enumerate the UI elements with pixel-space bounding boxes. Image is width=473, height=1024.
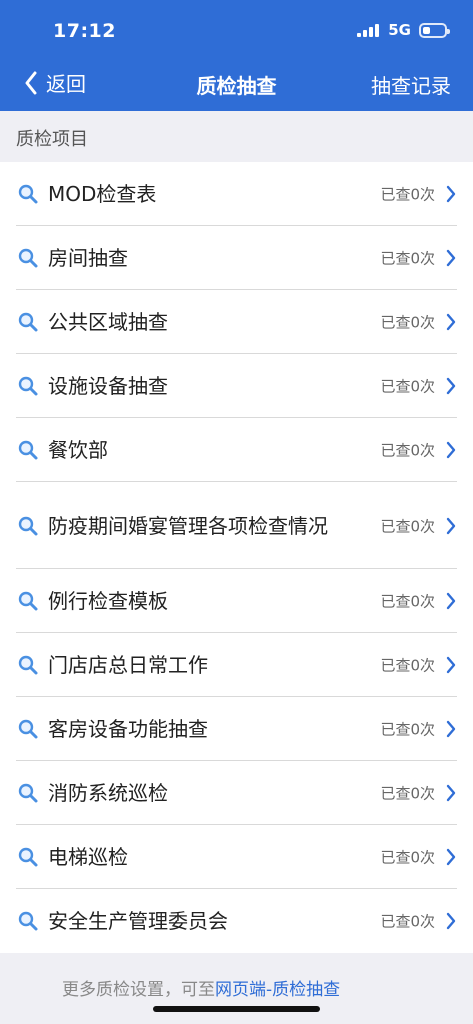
chevron-right-icon xyxy=(446,784,456,802)
footer-prefix: 更多质检设置，可至 xyxy=(62,980,215,1000)
list-item[interactable]: 消防系统巡检 已查0次 xyxy=(0,761,473,825)
search-icon xyxy=(18,248,38,268)
screen: 17:12 5G 返回 质检抽查 抽查记录 质检项目 MOD检查表 已查0次 房间抽… xyxy=(0,0,473,1024)
footer-hint: 更多质检设置，可至网页端-质检抽查 xyxy=(0,955,473,1024)
home-indicator xyxy=(153,1006,320,1012)
battery-icon xyxy=(419,22,450,38)
chevron-right-icon xyxy=(446,720,456,738)
item-count: 已查0次 xyxy=(380,720,435,739)
item-count: 已查0次 xyxy=(380,249,435,268)
chevron-right-icon xyxy=(446,912,456,930)
list-item[interactable]: 设施设备抽查 已查0次 xyxy=(0,354,473,418)
section-title: 质检项目 xyxy=(0,111,473,162)
item-label: 公共区域抽查 xyxy=(48,310,168,334)
list-item[interactable]: 安全生产管理委员会 已查0次 xyxy=(0,889,473,953)
list-item[interactable]: 餐饮部 已查0次 xyxy=(0,418,473,482)
item-count: 已查0次 xyxy=(380,912,435,931)
search-icon xyxy=(18,847,38,867)
item-label: 例行检查模板 xyxy=(48,589,168,613)
search-icon xyxy=(18,655,38,675)
item-label: 设施设备抽查 xyxy=(48,374,168,398)
item-count: 已查0次 xyxy=(380,377,435,396)
list-item[interactable]: 公共区域抽查 已查0次 xyxy=(0,290,473,354)
search-icon xyxy=(18,312,38,332)
item-count: 已查0次 xyxy=(380,848,435,867)
chevron-right-icon xyxy=(446,185,456,203)
chevron-right-icon xyxy=(446,249,456,267)
inspection-records-button[interactable]: 抽查记录 xyxy=(371,70,451,99)
item-label: 防疫期间婚宴管理各项检查情况 xyxy=(48,513,328,538)
item-label: 餐饮部 xyxy=(48,438,108,462)
search-icon xyxy=(18,440,38,460)
search-icon xyxy=(18,184,38,204)
item-count: 已查0次 xyxy=(380,656,435,675)
item-count: 已查0次 xyxy=(380,784,435,803)
header: 17:12 5G 返回 质检抽查 抽查记录 xyxy=(0,0,473,111)
item-label: 客房设备功能抽查 xyxy=(48,717,208,741)
footer-link[interactable]: 网页端-质检抽查 xyxy=(215,980,340,1000)
chevron-right-icon xyxy=(446,656,456,674)
chevron-right-icon xyxy=(446,441,456,459)
chevron-right-icon xyxy=(446,377,456,395)
list-item[interactable]: 防疫期间婚宴管理各项检查情况 已查0次 xyxy=(0,482,473,569)
search-icon xyxy=(18,911,38,931)
list-item[interactable]: 电梯巡检 已查0次 xyxy=(0,825,473,889)
list-item[interactable]: MOD检查表 已查0次 xyxy=(0,162,473,226)
signal-icon xyxy=(357,23,381,37)
nav-bar: 返回 质检抽查 抽查记录 xyxy=(0,60,473,106)
chevron-right-icon xyxy=(446,848,456,866)
item-count: 已查0次 xyxy=(380,441,435,460)
search-icon xyxy=(18,783,38,803)
item-count: 已查0次 xyxy=(380,517,435,535)
item-count: 已查0次 xyxy=(380,185,435,204)
item-count: 已查0次 xyxy=(380,313,435,332)
list-item[interactable]: 房间抽查 已查0次 xyxy=(0,226,473,290)
inspection-item-list: MOD检查表 已查0次 房间抽查 已查0次 公共区域抽查 已查0次 设施设备抽查 已查0次 餐饮… xyxy=(0,162,473,953)
search-icon xyxy=(18,719,38,739)
chevron-right-icon xyxy=(446,517,456,534)
list-item[interactable]: 例行检查模板 已查0次 xyxy=(0,569,473,633)
list-item[interactable]: 门店店总日常工作 已查0次 xyxy=(0,633,473,697)
item-label: 安全生产管理委员会 xyxy=(48,909,228,933)
search-icon xyxy=(18,516,38,535)
item-label: 消防系统巡检 xyxy=(48,781,168,805)
search-icon xyxy=(18,591,38,611)
item-label: 门店店总日常工作 xyxy=(48,653,208,677)
chevron-right-icon xyxy=(446,592,456,610)
list-item[interactable]: 客房设备功能抽查 已查0次 xyxy=(0,697,473,761)
item-label: 房间抽查 xyxy=(48,246,128,270)
item-count: 已查0次 xyxy=(380,592,435,611)
item-label: 电梯巡检 xyxy=(48,845,128,869)
item-label: MOD检查表 xyxy=(48,182,157,206)
status-indicators: 5G xyxy=(357,21,450,39)
footer-text: 更多质检设置，可至网页端-质检抽查 xyxy=(62,975,340,1000)
search-icon xyxy=(18,376,38,396)
status-time: 17:12 xyxy=(53,20,116,42)
chevron-right-icon xyxy=(446,313,456,331)
network-type: 5G xyxy=(388,21,411,39)
